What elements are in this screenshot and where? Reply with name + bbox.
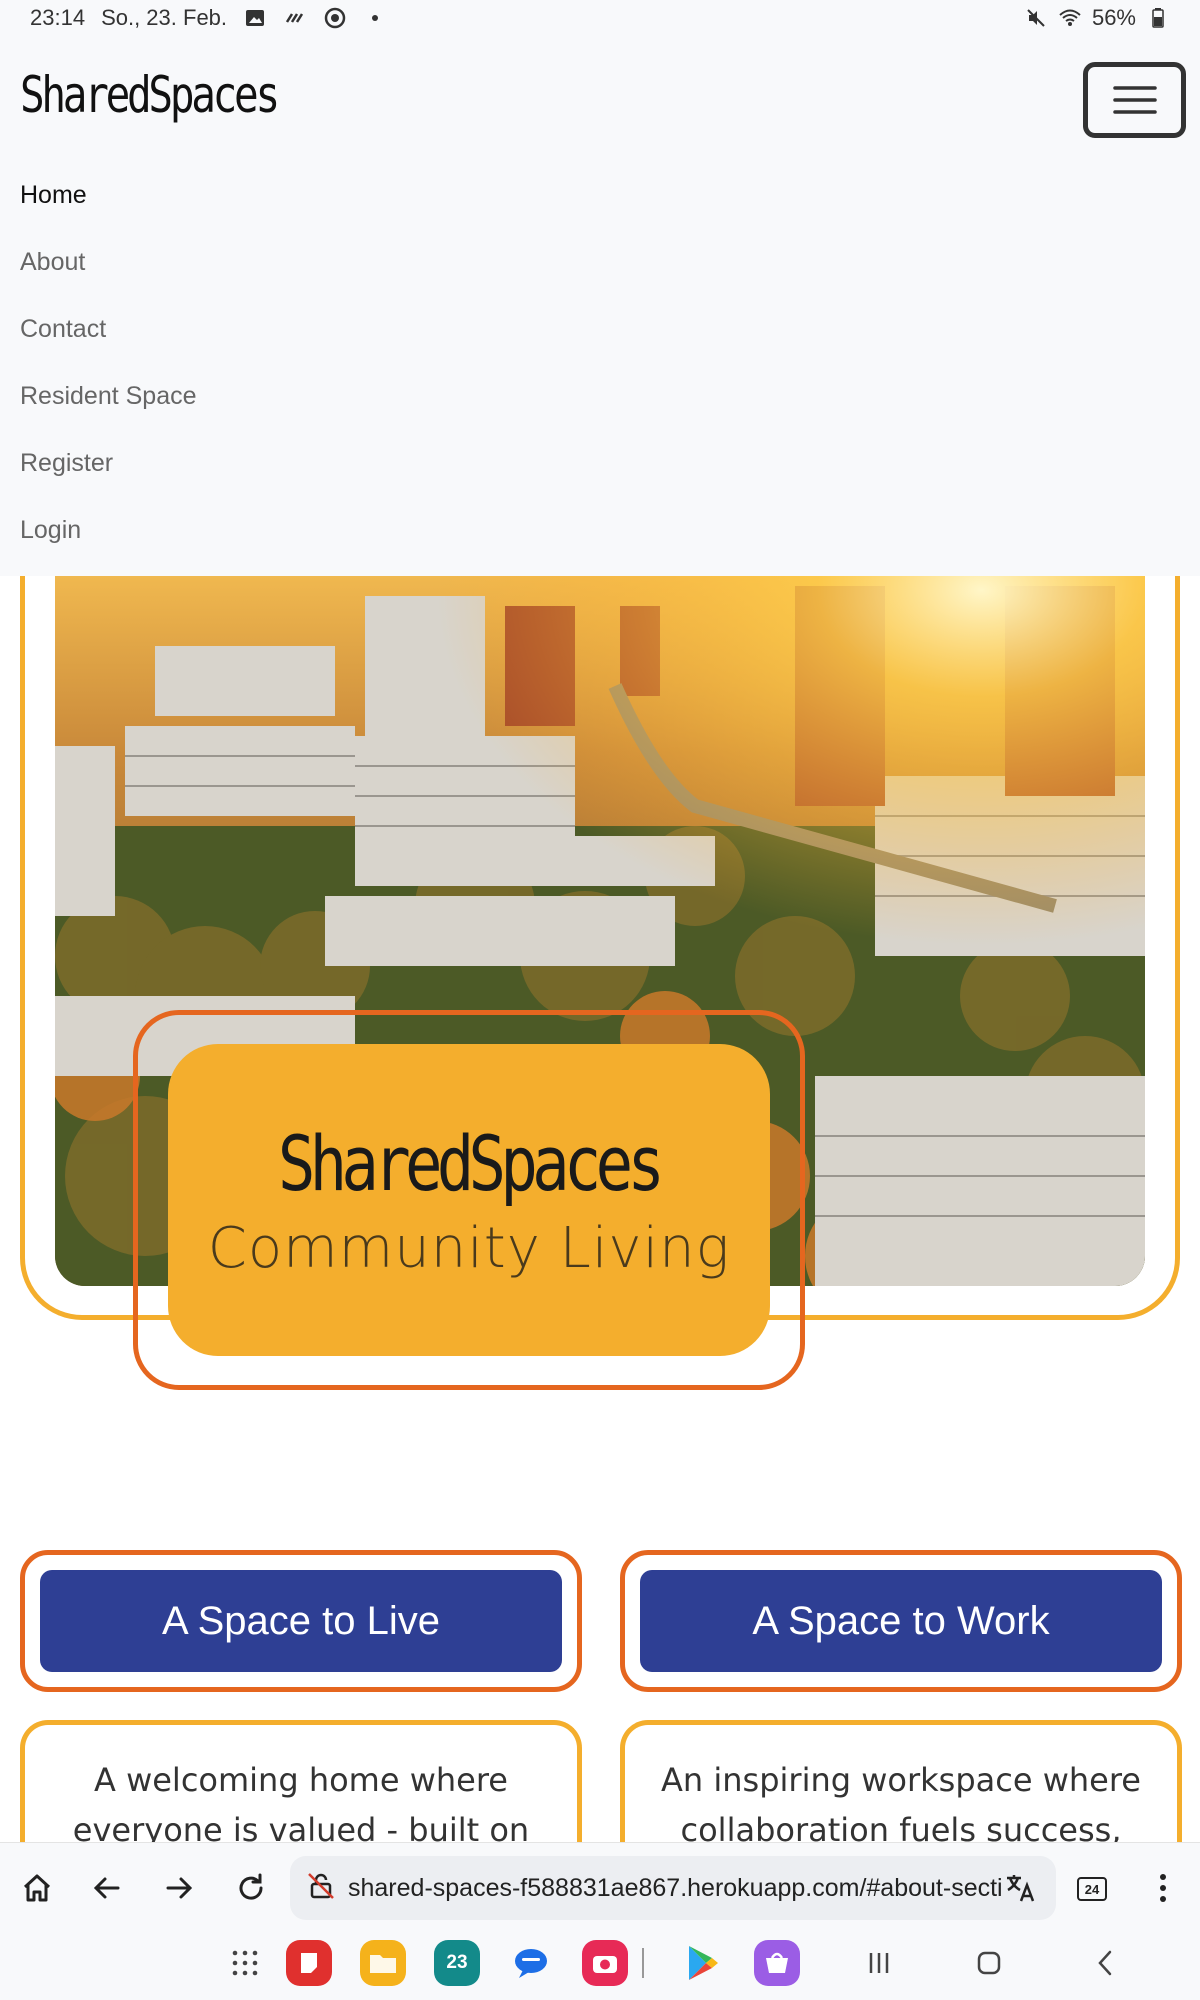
notification-dot-icon: [363, 6, 387, 30]
hamburger-icon: [1112, 86, 1157, 114]
apps-grid-icon[interactable]: [222, 1940, 268, 1986]
calendar-day: 23: [446, 1952, 468, 1973]
nav-menu: Home About Contact Resident Space Regist…: [20, 162, 197, 564]
not-secure-icon: [306, 1871, 336, 1905]
nav-item-login[interactable]: Login: [20, 497, 197, 564]
back-arrow-icon[interactable]: [84, 1865, 130, 1911]
hero-title: SharedSpaces: [278, 1119, 665, 1208]
space-to-live-button[interactable]: A Space to Live: [40, 1570, 562, 1672]
work-description: An inspiring workspace where collaborati…: [661, 1761, 1141, 1849]
translate-icon[interactable]: [998, 1865, 1044, 1911]
menu-toggle-button[interactable]: [1083, 62, 1186, 138]
back-button[interactable]: [1082, 1940, 1128, 1986]
status-time: 23:14: [30, 5, 86, 30]
messages-app-icon[interactable]: [508, 1940, 554, 1986]
notes-app-icon[interactable]: [286, 1940, 332, 1986]
space-to-work-button[interactable]: A Space to Work: [640, 1570, 1162, 1672]
status-date: So., 23. Feb.: [101, 5, 228, 30]
camera-app-icon[interactable]: [582, 1940, 628, 1986]
browser-toolbar: shared-spaces-f588831ae867.herokuapp.com…: [0, 1842, 1200, 1932]
home-button[interactable]: [966, 1940, 1012, 1986]
status-bar: 23:14 So., 23. Feb. 56%: [0, 0, 1200, 36]
home-icon[interactable]: [14, 1865, 60, 1911]
nav-item-home[interactable]: Home: [20, 162, 197, 229]
files-app-icon[interactable]: [360, 1940, 406, 1986]
address-bar[interactable]: shared-spaces-f588831ae867.herokuapp.com…: [290, 1856, 1056, 1920]
play-store-icon[interactable]: [680, 1940, 726, 1986]
tab-switcher-button[interactable]: 24: [1077, 1877, 1107, 1901]
nav-item-contact[interactable]: Contact: [20, 296, 197, 363]
system-nav-bar: 23: [0, 1932, 1200, 2000]
navbar: SharedSpaces Home About Contact Resident…: [0, 36, 1200, 576]
mute-icon: [1024, 6, 1048, 30]
galaxy-store-icon[interactable]: [754, 1940, 800, 1986]
hero-card: SharedSpaces Community Living: [168, 1044, 770, 1356]
calendar-app-icon[interactable]: 23: [434, 1940, 480, 1986]
reload-icon[interactable]: [228, 1865, 274, 1911]
battery-icon: [1146, 6, 1170, 30]
nav-item-about[interactable]: About: [20, 229, 197, 296]
forward-arrow-icon[interactable]: [156, 1865, 202, 1911]
nav-item-register[interactable]: Register: [20, 430, 197, 497]
dock-divider: [638, 1940, 648, 1986]
url-text: shared-spaces-f588831ae867.herokuapp.com…: [348, 1873, 1003, 1902]
battery-level: 56%: [1091, 5, 1136, 30]
wifi-icon: [1058, 6, 1082, 30]
gallery-icon: [243, 6, 267, 30]
heart-icon: [323, 6, 347, 30]
activity-icon: [283, 6, 307, 30]
hero-subtitle: Community Living: [207, 1216, 731, 1281]
recent-apps-button[interactable]: [856, 1940, 902, 1986]
more-options-icon[interactable]: [1140, 1865, 1186, 1911]
nav-item-resident-space[interactable]: Resident Space: [20, 363, 197, 430]
brand-logo[interactable]: SharedSpaces: [20, 66, 280, 124]
